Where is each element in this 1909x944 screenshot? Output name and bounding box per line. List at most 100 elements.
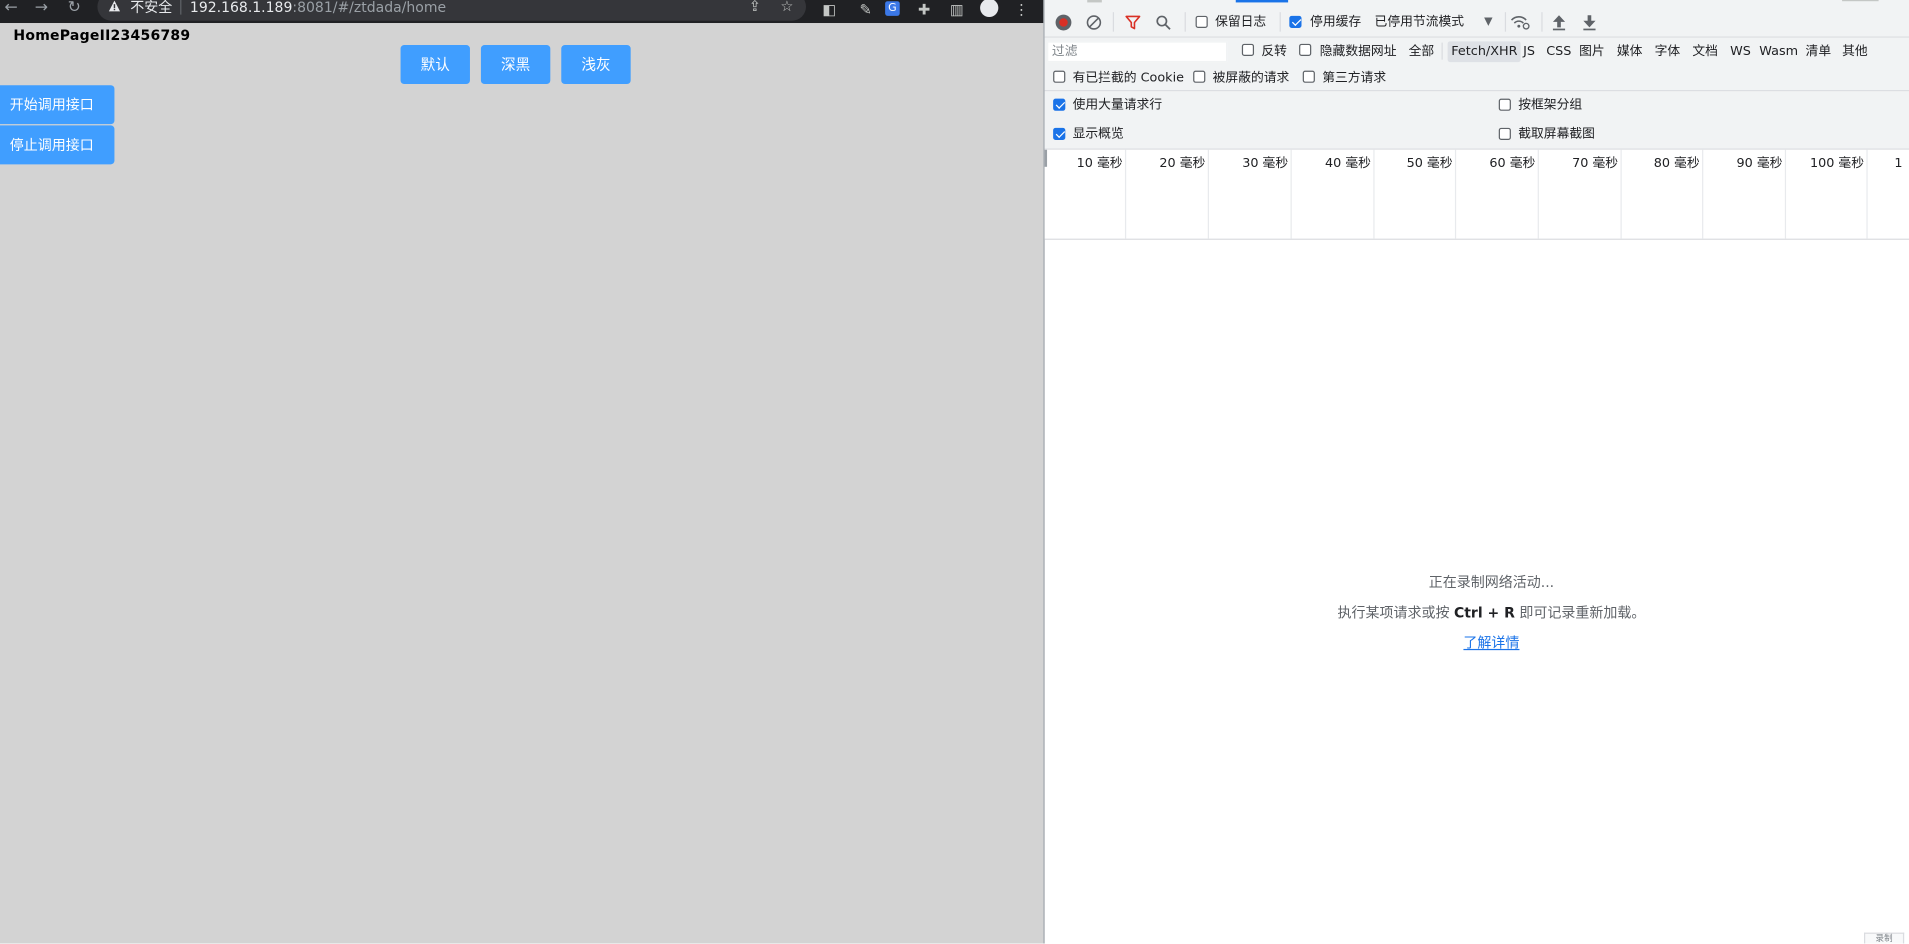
recording-message: 正在录制网络活动... [1428,573,1555,591]
timeline-tick: 50 毫秒 [1375,149,1457,239]
divider [1279,12,1281,32]
screenshots-checkbox[interactable] [1498,127,1511,141]
tab-network-indicator[interactable] [1235,0,1289,3]
security-status[interactable]: 不安全 [130,0,172,16]
timeline-tick: 70 毫秒 [1539,149,1622,239]
filter-type-manifest[interactable]: 清单 [1802,41,1835,62]
invert-checkbox[interactable] [1241,43,1255,57]
timeline-tick: 90 毫秒 [1703,149,1787,239]
network-settings: 使用大量请求行 按框架分组 显示概览 截取屏幕截图 [1044,91,1909,150]
clear-icon[interactable] [1086,15,1102,31]
reload-hint: 执行某项请求或按 Ctrl + R 即可记录重新加载。 [1045,603,1909,622]
url-text[interactable]: 192.168.1.189:8081/#/ztdada/home [190,0,446,16]
third-party-label: 第三方请求 [1322,70,1387,86]
profile-icon[interactable] [980,0,999,18]
import-har-icon[interactable] [1552,15,1566,31]
divider [1112,12,1115,32]
reload-hint-suffix: 即可记录重新加载。 [1514,603,1646,621]
filter-type-all[interactable]: 全部 [1405,41,1438,62]
filter-type-css[interactable]: CSS [1543,41,1575,62]
warning-icon [108,0,121,12]
tab-stub [1842,0,1879,2]
hide-data-urls-label: 隐藏数据网址 [1319,43,1397,59]
chevron-down-icon[interactable]: ▼ [1484,15,1492,31]
filter-type-js[interactable]: JS [1519,41,1538,62]
throttling-select[interactable]: 已停用节流模式 [1375,15,1464,30]
page-title: HomePageII23456789 [13,26,191,44]
blocked-cookies-label: 有已拦截的 Cookie [1072,70,1184,86]
address-bar[interactable]: 不安全 192.168.1.189:8081/#/ztdada/home ⇪ ☆ [97,0,806,21]
filter-type-media[interactable]: 媒体 [1613,41,1646,62]
theme-dark-button[interactable]: 深黑 [480,45,551,85]
filter-type-doc[interactable]: 文档 [1689,41,1722,62]
filter-type-wasm[interactable]: Wasm [1756,41,1802,62]
reload-hint-prefix: 执行某项请求或按 [1337,603,1454,621]
big-rows-label: 使用大量请求行 [1072,97,1163,113]
show-overview-label: 显示概览 [1072,126,1124,142]
corner-tab[interactable]: 录制 [1863,932,1905,944]
invert-label: 反转 [1261,43,1287,59]
puzzle-icon[interactable]: ✚ [916,1,933,18]
divider [180,0,182,15]
devtools-network-panel: 保留日志 停用缓存 已停用节流模式 ▼ 过滤 反转 隐藏数据网址 全部 Fetc… [1043,0,1909,944]
extension-icon[interactable]: ◧ [821,1,838,18]
filter-type-img[interactable]: 图片 [1575,41,1608,62]
network-conditions-icon[interactable] [1510,13,1531,30]
timeline-tick: 30 毫秒 [1209,149,1292,239]
overview-timeline[interactable]: 10 毫秒 20 毫秒 30 毫秒 40 毫秒 50 毫秒 60 毫秒 70 毫… [1044,149,1909,240]
filter-type-font[interactable]: 字体 [1651,41,1684,62]
browser-toolbar: ← → ↻ 不安全 192.168.1.189:8081/#/ztdada/ho… [0,0,1044,24]
filter-type-ws[interactable]: WS [1726,41,1754,62]
timeline-tick: 10 毫秒 [1045,149,1127,239]
preserve-log-label: 保留日志 [1215,14,1267,30]
stop-api-button[interactable]: 停止调用接口 [0,125,115,165]
filter-input[interactable]: 过滤 [1047,41,1228,63]
sidepanel-icon[interactable]: ▥ [948,1,965,18]
timeline-tick: 20 毫秒 [1126,149,1209,239]
blocked-requests-checkbox[interactable] [1193,70,1206,83]
group-by-frame-label: 按框架分组 [1518,97,1583,113]
third-party-checkbox[interactable] [1302,70,1315,83]
timeline-tick: 1 [1894,155,1903,171]
blocked-cookies-checkbox[interactable] [1053,70,1066,83]
start-api-button[interactable]: 开始调用接口 [0,85,115,125]
back-icon[interactable]: ← [2,0,19,17]
menu-icon[interactable]: ⋮ [1013,1,1030,18]
star-icon[interactable]: ☆ [780,0,795,13]
forward-icon[interactable]: → [33,0,50,17]
theme-gray-button[interactable]: 浅灰 [561,45,631,85]
request-filter-bar: 有已拦截的 Cookie 被屏蔽的请求 第三方请求 [1044,64,1909,92]
timeline-tick: 100 毫秒 [1786,149,1868,239]
filter-type-other[interactable]: 其他 [1838,41,1871,62]
hide-data-urls-checkbox[interactable] [1299,43,1312,57]
divider [1504,12,1507,32]
preserve-log-checkbox[interactable] [1195,15,1208,29]
filter-type-fetch-xhr[interactable]: Fetch/XHR [1447,41,1522,63]
share-icon[interactable]: ⇪ [749,0,764,13]
big-rows-checkbox[interactable] [1053,98,1066,111]
network-toolbar: 保留日志 停用缓存 已停用节流模式 ▼ [1044,0,1909,38]
theme-default-button[interactable]: 默认 [400,45,470,85]
export-har-icon[interactable] [1583,15,1596,31]
timeline-tick: 60 毫秒 [1456,149,1539,239]
tab-stub [1087,0,1102,3]
record-icon[interactable] [1055,14,1072,31]
group-by-frame-checkbox[interactable] [1498,98,1511,111]
search-icon[interactable] [1155,15,1171,31]
divider [1541,12,1543,32]
filter-bar: 过滤 反转 隐藏数据网址 全部 Fetch/XHR JS CSS 图片 媒体 字… [1044,37,1909,65]
url-host: 192.168.1.189 [189,0,293,16]
learn-more-link[interactable]: 了解详情 [1045,633,1909,652]
timeline-tick: 40 毫秒 [1292,149,1375,239]
edit-extension-icon[interactable]: ✎ [857,1,874,18]
show-overview-checkbox[interactable] [1053,127,1066,141]
filter-icon[interactable] [1125,15,1141,31]
reload-shortcut: Ctrl + R [1453,603,1515,621]
screenshots-label: 截取屏幕截图 [1518,126,1595,142]
disable-cache-label: 停用缓存 [1310,14,1362,30]
url-path: :8081/#/ztdada/home [292,0,447,16]
translate-icon[interactable]: G [885,1,900,16]
reload-icon[interactable]: ↻ [66,0,83,17]
disable-cache-checkbox[interactable] [1289,15,1302,29]
divider [1441,42,1443,60]
